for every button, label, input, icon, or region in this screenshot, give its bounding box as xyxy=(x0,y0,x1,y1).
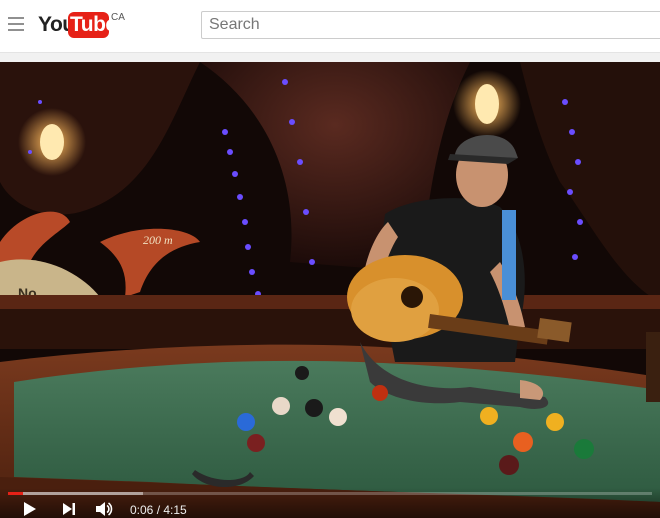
progress-played xyxy=(8,492,24,495)
video-frame: 200 m No xyxy=(0,62,660,518)
next-icon[interactable] xyxy=(62,502,76,516)
play-icon[interactable] xyxy=(24,502,36,516)
scene-sign-text: 200 m xyxy=(143,233,173,247)
volume-icon[interactable] xyxy=(95,501,113,517)
masthead: You Tube CA xyxy=(0,0,660,53)
progress-buffered xyxy=(8,492,144,495)
progress-bar[interactable] xyxy=(8,492,652,495)
region-code: CA xyxy=(111,12,125,23)
search-input[interactable] xyxy=(201,11,660,39)
menu-icon[interactable] xyxy=(8,17,24,31)
logo-tube: Tube xyxy=(70,13,117,36)
player-controls: 0:06 / 4:15 xyxy=(0,488,660,518)
logo-tube-box: Tube xyxy=(68,12,117,38)
video-player[interactable]: 200 m No 0:06 / 4:15 xyxy=(0,62,660,518)
time-display: 0:06 / 4:15 xyxy=(130,503,187,517)
